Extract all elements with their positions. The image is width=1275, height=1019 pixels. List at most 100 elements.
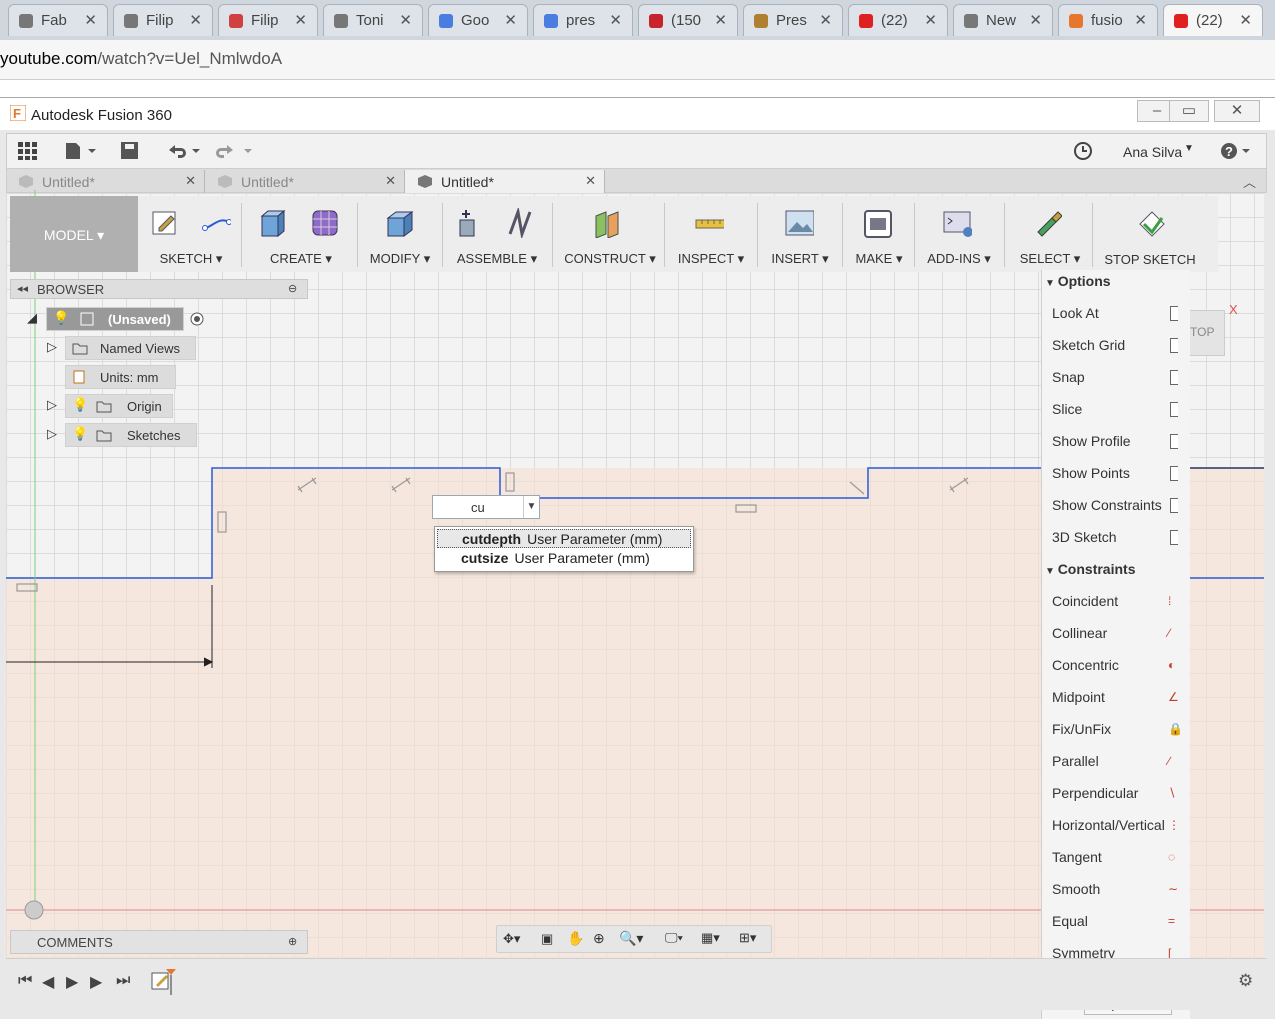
close-tab-icon[interactable]: ✕ [399, 11, 412, 29]
timeline-sketch-feature-icon[interactable] [150, 967, 178, 995]
new-component-icon[interactable] [454, 208, 484, 238]
address-bar[interactable]: youtube.com/watch?v=Uel_NmlwdoA [0, 40, 1275, 80]
user-menu-chevron-icon[interactable]: ▼ [1184, 143, 1194, 154]
file-menu-icon[interactable] [64, 141, 98, 161]
palette-option-checkbox[interactable] [1170, 402, 1178, 417]
expand-arrow-icon[interactable]: ▷ [47, 397, 57, 413]
constraint-glyph-icon[interactable]: ⋮ [1168, 818, 1180, 832]
toolbar-assemble[interactable]: ASSEMBLE ▾ [450, 196, 544, 272]
browser-tab[interactable]: (150 ✕ [638, 4, 738, 36]
close-window-button[interactable]: ✕ [1214, 100, 1260, 122]
close-tab-icon[interactable]: ✕ [504, 11, 517, 29]
constraint-glyph-icon[interactable]: ∖ [1168, 786, 1176, 800]
form-icon[interactable] [310, 208, 340, 238]
3d-print-icon[interactable] [862, 208, 892, 238]
toolbar-inspect[interactable]: INSPECT ▾ [672, 196, 750, 272]
press-pull-icon[interactable] [384, 208, 414, 238]
pan-hand-icon[interactable]: ✋ [567, 930, 584, 947]
browser-tab[interactable]: (22) ✕ [848, 4, 948, 36]
toolbar-modify[interactable]: MODIFY ▾ [364, 196, 436, 272]
browser-tab[interactable]: Filip ✕ [218, 4, 318, 36]
palette-option-checkbox[interactable] [1170, 370, 1178, 385]
constraint-glyph-icon[interactable]: ◌ [1168, 850, 1175, 864]
palette-options-header[interactable]: ▼ Options [1045, 273, 1111, 289]
dimension-dropdown-icon[interactable]: ▼ [523, 496, 539, 518]
close-tab-icon[interactable]: ✕ [294, 11, 307, 29]
pin-panel-icon[interactable]: ⊕ [288, 935, 297, 948]
orbit-icon[interactable]: ✥▾ [503, 931, 520, 947]
close-tab-icon[interactable]: ✕ [185, 173, 196, 189]
close-tab-icon[interactable]: ✕ [1029, 11, 1042, 29]
suggestion-item[interactable]: cutdepth User Parameter (mm) [437, 529, 691, 548]
palette-constraint-item[interactable]: Midpoint [1052, 689, 1105, 705]
browser-item-origin[interactable]: 💡 Origin [65, 394, 173, 418]
maximize-button[interactable]: ▭ [1169, 100, 1209, 122]
browser-tab[interactable]: Fab ✕ [8, 4, 108, 36]
expand-root-icon[interactable]: ◢ [27, 310, 37, 326]
help-icon[interactable]: ? [1220, 142, 1252, 160]
dimension-value-input[interactable]: cu ▼ [432, 495, 540, 519]
palette-option-checkbox[interactable] [1170, 306, 1178, 321]
browser-tab[interactable]: fusio ✕ [1058, 4, 1158, 36]
play-icon[interactable]: ▶ [66, 972, 78, 992]
look-at-icon[interactable]: ▣ [541, 931, 553, 947]
browser-tab[interactable]: Goo ✕ [428, 4, 528, 36]
insert-image-icon[interactable] [784, 208, 814, 238]
close-tab-icon[interactable]: ✕ [385, 173, 396, 189]
user-name[interactable]: Ana Silva [1123, 144, 1182, 160]
close-tab-icon[interactable]: ✕ [1239, 11, 1252, 29]
palette-option-checkbox[interactable] [1170, 466, 1178, 481]
close-tab-icon[interactable]: ✕ [924, 11, 937, 29]
visibility-bulb-icon[interactable]: 💡 [72, 426, 88, 442]
constraint-glyph-icon[interactable]: ◐ [1168, 658, 1175, 672]
activate-radio-icon[interactable] [189, 311, 205, 327]
select-paint-icon[interactable] [1032, 208, 1062, 238]
viewports-icon[interactable]: ⊞▾ [739, 930, 756, 946]
extrude-icon[interactable] [258, 208, 288, 238]
grid-settings-icon[interactable]: ▦▾ [701, 930, 720, 946]
browser-tab[interactable]: (22) ✕ [1163, 4, 1263, 36]
toolbar-select[interactable]: SELECT ▾ [1012, 196, 1088, 272]
collapse-tabs-chevron-icon[interactable]: ︿ [1243, 172, 1256, 191]
constraint-glyph-icon[interactable]: ∕ [1168, 754, 1170, 768]
toolbar-create[interactable]: CREATE ▾ [250, 196, 352, 272]
palette-constraint-item[interactable]: Concentric [1052, 657, 1119, 673]
palette-constraint-item[interactable]: Coincident [1052, 593, 1118, 609]
browser-item-sketches[interactable]: 💡 Sketches [65, 423, 197, 447]
browser-item-units[interactable]: Units: mm [65, 365, 176, 389]
toolbar-insert[interactable]: INSERT ▾ [766, 196, 834, 272]
constraint-glyph-icon[interactable]: = [1168, 914, 1175, 928]
display-settings-icon[interactable]: 🖵▾ [665, 930, 683, 946]
go-to-start-icon[interactable]: ⏮ [18, 972, 32, 990]
palette-constraints-header[interactable]: ▼ Constraints [1045, 561, 1135, 577]
browser-tab[interactable]: New ✕ [953, 4, 1053, 36]
offset-plane-icon[interactable] [592, 208, 622, 238]
browser-tab[interactable]: Filip ✕ [113, 4, 213, 36]
close-tab-icon[interactable]: ✕ [714, 11, 727, 29]
palette-constraint-item[interactable]: Fix/UnFix [1052, 721, 1111, 737]
zoom-icon[interactable]: ⊕ [593, 930, 605, 947]
measure-icon[interactable] [694, 208, 724, 238]
visibility-bulb-icon[interactable]: 💡 [53, 310, 69, 326]
line-tool-icon[interactable] [201, 208, 231, 238]
palette-option-checkbox[interactable] [1170, 498, 1178, 513]
browser-panel-header[interactable]: ◂◂ BROWSER ⊖ [10, 279, 308, 299]
scripts-icon[interactable] [942, 208, 972, 238]
palette-option-checkbox[interactable] [1170, 530, 1178, 545]
toolbar-add-ins[interactable]: ADD-INS ▾ [922, 196, 996, 272]
browser-tab[interactable]: Pres ✕ [743, 4, 843, 36]
constraint-glyph-icon[interactable]: ⁄ [1168, 626, 1170, 640]
palette-constraint-item[interactable]: Equal [1052, 913, 1088, 929]
save-icon[interactable] [120, 141, 140, 161]
expand-arrow-icon[interactable]: ▷ [47, 339, 57, 355]
close-tab-icon[interactable]: ✕ [609, 11, 622, 29]
browser-tab[interactable]: pres ✕ [533, 4, 633, 36]
comments-panel-header[interactable]: COMMENTS ⊕ [10, 930, 308, 954]
suggestion-item[interactable]: cutsize User Parameter (mm) [437, 549, 691, 568]
close-tab-icon[interactable]: ✕ [585, 173, 596, 189]
browser-root-item[interactable]: 💡 (Unsaved) [46, 307, 184, 331]
toolbar-make[interactable]: MAKE ▾ [850, 196, 908, 272]
palette-constraint-item[interactable]: Perpendicular [1052, 785, 1138, 801]
close-tab-icon[interactable]: ✕ [84, 11, 97, 29]
go-to-end-icon[interactable]: ⏭ [116, 972, 130, 990]
